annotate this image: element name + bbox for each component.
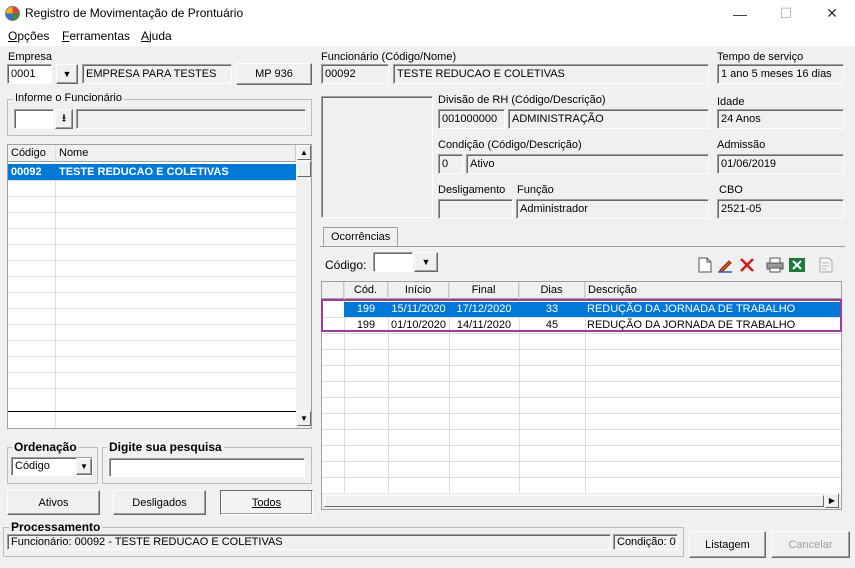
informe-funcionario-input[interactable]: [14, 109, 54, 129]
pesquisa-label: Digite sua pesquisa: [107, 440, 224, 454]
minimize-button[interactable]: —: [717, 0, 763, 27]
excel-export-icon[interactable]: [788, 256, 806, 274]
ocorrencia-codigo-input[interactable]: [373, 252, 413, 272]
edit-pencil-icon[interactable]: [717, 256, 735, 274]
chevron-down-icon: ▼: [80, 462, 88, 471]
processamento-condicao: Condição: 0: [613, 534, 678, 550]
admissao-field: 01/06/2019: [717, 154, 844, 174]
menu-opcoes[interactable]: Opções: [8, 29, 49, 43]
column-header-nome[interactable]: Nome: [56, 145, 296, 162]
cancelar-button[interactable]: Cancelar: [771, 531, 850, 558]
desligados-label: Desligados: [132, 496, 187, 509]
funcionario-code-field: 00092: [321, 64, 389, 84]
employee-grid[interactable]: Código Nome 00092 TESTE REDUCAO E COLETI…: [7, 144, 312, 429]
ativos-label: Ativos: [38, 496, 69, 509]
column-header-descricao[interactable]: Descrição: [585, 282, 841, 299]
funcao-field: Administrador: [516, 199, 709, 219]
divisao-code-field: 001000000: [438, 109, 505, 129]
tab-ocorrencias[interactable]: Ocorrências: [323, 227, 399, 247]
chevron-down-icon: ▼: [421, 257, 431, 267]
todos-button[interactable]: Todos: [220, 490, 313, 515]
todos-label: Todos: [251, 496, 282, 509]
hscroll-thumb[interactable]: [324, 495, 824, 507]
idade-label: Idade: [717, 96, 745, 108]
admissao-label: Admissão: [717, 139, 766, 151]
employee-photo: [321, 96, 433, 218]
ordenacao-selected: Código: [15, 460, 50, 472]
ativos-button[interactable]: Ativos: [7, 490, 100, 515]
window-title: Registro de Movimentação de Prontuário: [25, 6, 244, 20]
app-logo-icon: [5, 6, 20, 21]
arrow-down-line-icon: ⭳: [62, 112, 66, 124]
condicao-code-field: 0: [438, 154, 463, 174]
scroll-down-icon[interactable]: ▼: [297, 411, 311, 426]
desligados-button[interactable]: Desligados: [113, 490, 206, 515]
condicao-label: Condição (Código/Descrição): [438, 139, 582, 151]
column-header-dias[interactable]: Dias: [519, 282, 585, 299]
codigo-label: Código:: [325, 258, 367, 272]
close-button[interactable]: ✕: [809, 0, 855, 27]
processamento-label: Processamento: [9, 520, 103, 534]
report-preview-icon[interactable]: [817, 256, 835, 274]
ocorrencias-hscrollbar[interactable]: ▶: [322, 493, 841, 509]
employee-row-nome: TESTE REDUCAO E COLETIVAS: [59, 166, 229, 178]
chevron-down-icon: ▼: [62, 69, 72, 79]
condicao-desc-field: Ativo: [466, 154, 709, 174]
employee-scrollbar[interactable]: ▲ ▼: [296, 145, 311, 428]
column-header-final[interactable]: Final: [449, 282, 519, 299]
scroll-right-icon[interactable]: ▶: [825, 493, 839, 508]
empresa-label: Empresa: [8, 51, 53, 63]
new-document-icon[interactable]: [696, 256, 714, 274]
informe-extra-field: [76, 109, 306, 129]
funcao-label: Função: [517, 184, 554, 196]
cbo-field: 2521-05: [717, 199, 844, 219]
divisao-desc-field: ADMINISTRAÇÃO: [508, 109, 709, 129]
empresa-code-field[interactable]: 0001: [7, 64, 52, 84]
column-header-cod[interactable]: Cód.: [344, 282, 388, 299]
scroll-thumb[interactable]: [297, 161, 311, 177]
processamento-status: Funcionário: 00092 - TESTE REDUCAO E COL…: [7, 534, 611, 550]
empresa-dropdown-button[interactable]: ▼: [56, 64, 78, 84]
maximize-button[interactable]: ☐: [763, 0, 809, 27]
ordenacao-dropdown-button[interactable]: ▼: [76, 458, 92, 475]
menu-ajuda[interactable]: Ajuda: [141, 29, 172, 43]
tempo-servico-field: 1 ano 5 meses 16 dias: [717, 64, 844, 84]
tab-divider: [320, 246, 845, 247]
ocorrencia-codigo-dropdown[interactable]: ▼: [414, 252, 438, 272]
informe-dropdown-button[interactable]: ⭳: [55, 109, 73, 129]
employee-row-codigo: 00092: [11, 166, 42, 178]
listagem-button[interactable]: Listagem: [689, 531, 766, 558]
informe-label: Informe o Funcionário: [13, 92, 124, 104]
delete-x-icon[interactable]: [738, 256, 756, 274]
funcionario-name-field: TESTE REDUCAO E COLETIVAS: [393, 64, 709, 84]
pesquisa-input[interactable]: [109, 458, 305, 477]
print-icon[interactable]: [766, 256, 784, 274]
ordenacao-label: Ordenação: [12, 440, 79, 454]
empresa-name-field: EMPRESA PARA TESTES: [82, 64, 232, 84]
column-header-inicio[interactable]: Início: [388, 282, 449, 299]
tempo-servico-label: Tempo de serviço: [717, 51, 804, 63]
row-indicator-header: [322, 282, 344, 299]
highlight-rectangle: [321, 299, 842, 332]
cbo-label: CBO: [719, 184, 743, 196]
funcionario-label: Funcionário (Código/Nome): [321, 51, 457, 63]
scroll-up-icon[interactable]: ▲: [297, 145, 311, 160]
mp-936-button[interactable]: MP 936: [236, 63, 312, 85]
divisao-label: Divisão de RH (Código/Descrição): [438, 94, 606, 106]
column-header-codigo[interactable]: Código: [8, 145, 56, 162]
menu-ferramentas[interactable]: Ferramentas: [62, 29, 130, 43]
desligamento-field: [438, 199, 513, 219]
desligamento-label: Desligamento: [438, 184, 506, 196]
idade-field: 24 Anos: [717, 109, 844, 129]
